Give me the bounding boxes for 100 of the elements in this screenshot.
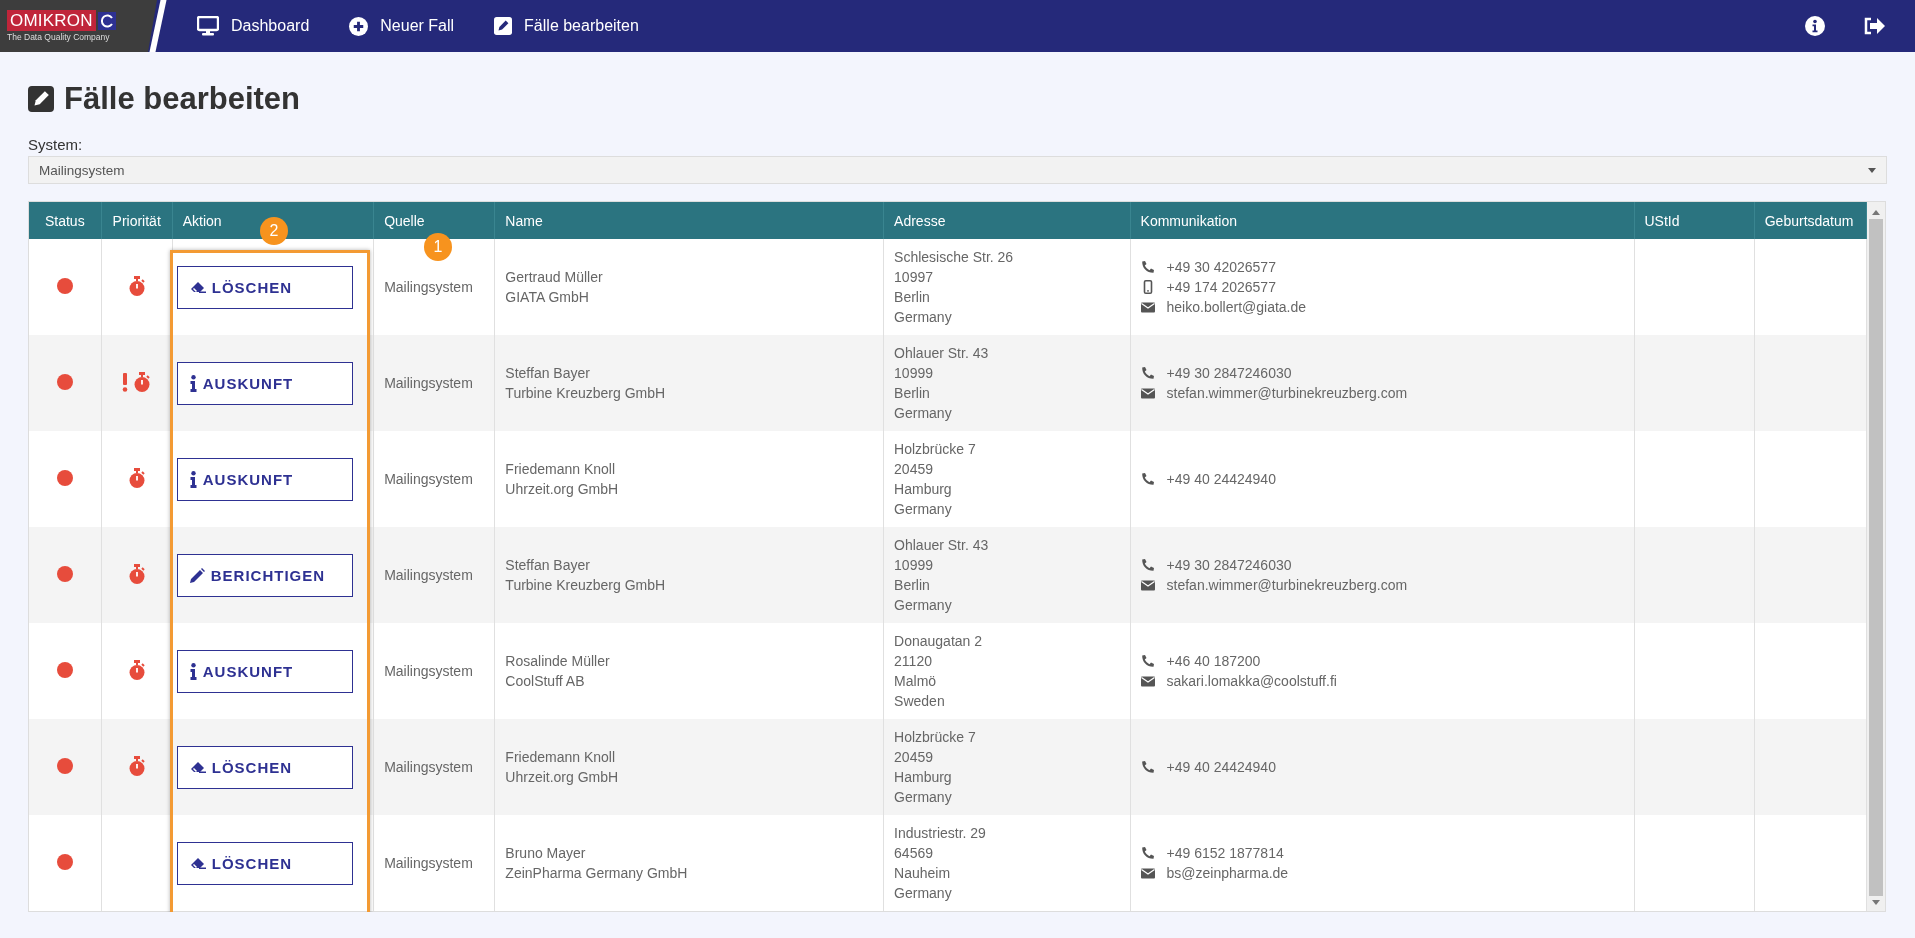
action-button[interactable]: AUSKUNFT	[176, 649, 353, 693]
address-line: Sweden	[894, 692, 946, 711]
info-icon	[189, 470, 197, 488]
column-header: Geburtsdatum	[1754, 202, 1867, 239]
phone-icon	[1140, 260, 1155, 274]
phone-icon	[1140, 760, 1155, 774]
contact-text: +49 30 2847246030	[1166, 364, 1292, 383]
name-line: Friedemann Knoll	[505, 460, 617, 479]
contact-text: +49 30 2847246030	[1166, 556, 1292, 575]
nav-link[interactable]: Dashboard	[197, 16, 310, 36]
phone-icon	[1140, 472, 1155, 486]
action-button[interactable]: LÖSCHEN	[176, 265, 353, 309]
plus-circle-icon	[349, 16, 369, 36]
source-text: Mailingsystem	[384, 663, 473, 679]
phone-icon	[1140, 558, 1155, 572]
action-button[interactable]: LÖSCHEN	[176, 841, 353, 885]
contact-text: +46 40 187200	[1166, 652, 1261, 671]
scroll-down-icon[interactable]	[1872, 900, 1880, 905]
info-icon	[189, 662, 197, 680]
column-header: Kommunikation	[1130, 202, 1634, 239]
address-line: Germany	[894, 788, 953, 807]
envelope-icon	[1140, 301, 1155, 313]
nav-link[interactable]: Neuer Fall	[349, 16, 455, 36]
address-line: Germany	[894, 884, 953, 903]
nav-link[interactable]: Fälle bearbeiten	[494, 17, 639, 35]
page-title: Fälle bearbeiten	[64, 81, 301, 117]
logo-name: OMIKRON	[7, 10, 96, 31]
address-line: Germany	[894, 404, 953, 423]
envelope-icon	[1140, 579, 1155, 591]
info-icon	[189, 374, 197, 392]
logout-icon[interactable]	[1863, 17, 1885, 35]
edit-icon	[494, 17, 513, 35]
address-line: Germany	[894, 500, 953, 519]
name-line: Turbine Kreuzberg GmbH	[505, 576, 667, 595]
contact-text: +49 40 24424940	[1166, 470, 1276, 489]
system-label: System:	[28, 136, 84, 153]
column-header: Quelle	[373, 202, 495, 239]
logo-tagline: The Data Quality Company	[7, 32, 111, 42]
edit-icon	[28, 86, 54, 112]
address-line: Malmö	[894, 672, 938, 691]
name-line: Friedemann Knoll	[505, 748, 617, 767]
name-line: Bruno Mayer	[505, 844, 587, 863]
name-line: CoolStuff AB	[505, 672, 586, 691]
phone-icon	[1140, 366, 1155, 380]
phone-icon	[1140, 846, 1155, 860]
address-line: Hamburg	[894, 480, 953, 499]
column-header: UStId	[1634, 202, 1755, 239]
address-line: Nauheim	[894, 864, 952, 883]
source-text: Mailingsystem	[384, 375, 473, 391]
name-line: Uhrzeit.org GmbH	[505, 480, 620, 499]
address-line: Holzbrücke 7	[894, 440, 977, 459]
column-header: Priorität	[101, 202, 173, 239]
address-line: 20459	[894, 460, 934, 479]
contact-text: heiko.bollert@giata.de	[1166, 298, 1307, 317]
source-text: Mailingsystem	[384, 759, 473, 775]
envelope-icon	[1140, 675, 1155, 687]
contact-text: +49 174 2026577	[1166, 278, 1276, 297]
pencil-icon	[189, 567, 205, 583]
eraser-icon	[189, 857, 206, 869]
select-value: Mailingsystem	[39, 162, 125, 178]
stopwatch-icon	[126, 466, 147, 489]
envelope-icon	[1140, 387, 1155, 399]
system-select[interactable]: Mailingsystem	[28, 156, 1887, 184]
name-line: Gertraud Müller	[505, 268, 604, 287]
address-line: 10999	[894, 364, 934, 383]
eraser-icon	[189, 761, 206, 773]
name-line: Turbine Kreuzberg GmbH	[505, 384, 667, 403]
address-line: 21120	[894, 652, 933, 671]
scrollbar[interactable]	[1867, 202, 1885, 911]
stopwatch-icon	[126, 562, 147, 585]
address-line: 10997	[894, 268, 934, 287]
contact-text: bs@zeinpharma.de	[1166, 864, 1289, 883]
name-line: GIATA GmbH	[505, 288, 590, 307]
contact-text: +49 40 24424940	[1166, 758, 1276, 777]
column-header: Adresse	[883, 202, 1131, 239]
name-line: Rosalinde Müller	[505, 652, 611, 671]
contact-text: sakari.lomakka@coolstuff.fi	[1166, 672, 1337, 691]
scroll-up-icon[interactable]	[1872, 210, 1880, 215]
logo-mark-icon	[97, 11, 116, 30]
urgent-stopwatch-icon	[121, 370, 152, 393]
action-button[interactable]: AUSKUNFT	[176, 457, 353, 501]
address-line: Hamburg	[894, 768, 953, 787]
source-text: Mailingsystem	[384, 855, 473, 871]
action-button[interactable]: AUSKUNFT	[176, 361, 353, 405]
contact-text: stefan.wimmer@turbinekreuzberg.com	[1166, 384, 1408, 403]
scrollbar-thumb[interactable]	[1869, 219, 1883, 896]
address-line: Germany	[894, 308, 953, 327]
stopwatch-icon	[126, 274, 147, 297]
address-line: 64569	[894, 844, 934, 863]
name-line: Uhrzeit.org GmbH	[505, 768, 620, 787]
column-header: Name	[494, 202, 884, 239]
info-icon[interactable]	[1805, 16, 1825, 36]
address-line: Berlin	[894, 576, 931, 595]
address-line: Donaugatan 2	[894, 632, 984, 651]
action-button[interactable]: BERICHTIGEN	[176, 553, 353, 597]
contact-text: +49 6152 1877814	[1166, 844, 1284, 863]
action-button[interactable]: LÖSCHEN	[176, 745, 353, 789]
caret-icon	[1868, 167, 1876, 173]
eraser-icon	[189, 281, 206, 293]
address-line: Ohlauer Str. 43	[894, 344, 990, 363]
